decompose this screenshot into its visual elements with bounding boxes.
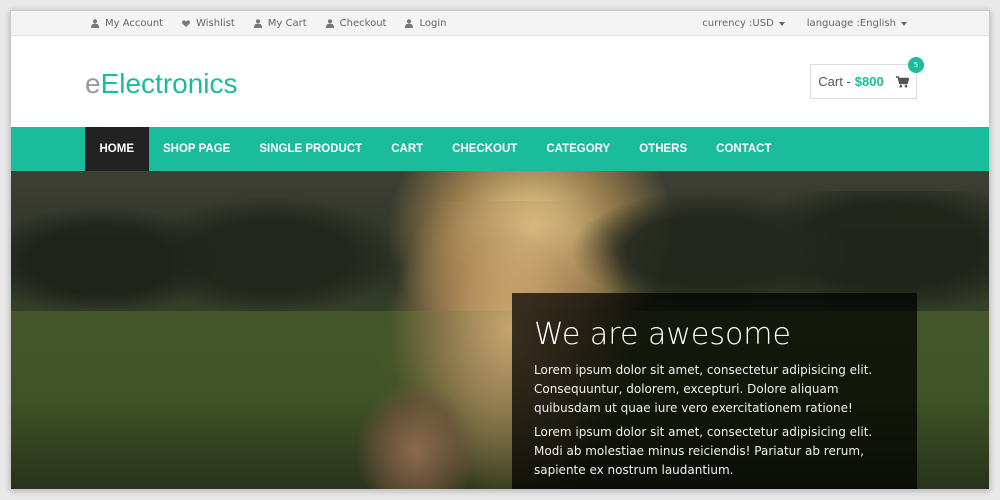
hero-paragraph-2: Lorem ipsum dolor sit amet, consectetur … [534,425,873,477]
currency-label: currency :USD [702,18,774,29]
heart-icon [182,19,191,28]
site-header: eElectronics Cart - $800 5 [11,36,989,127]
hero-paragraph-1: Lorem ipsum dolor sit amet, consectetur … [534,363,873,415]
top-bar: My Account Wishlist My Cart Checkout Log… [11,11,989,36]
my-account-label: My Account [105,18,164,29]
my-cart-label: My Cart [267,18,307,29]
cart-button[interactable]: Cart - $800 [810,64,917,99]
nav-item-single-product[interactable]: SINGLE PRODUCT [245,127,377,171]
nav-item-shop-page[interactable]: SHOP PAGE [149,127,245,171]
currency-dropdown[interactable]: currency :USD [702,18,785,29]
hero-background-shoulder [356,381,476,489]
login-link[interactable]: Login [405,18,446,29]
hero-caption: We are awesome Lorem ipsum dolor sit ame… [512,293,917,489]
nav-item-category[interactable]: CATEGORY [532,127,625,171]
login-label: Login [419,18,447,29]
nav-item-cart[interactable]: CART [377,127,438,171]
checkout-link[interactable]: Checkout [325,18,387,29]
wishlist-label: Wishlist [196,18,235,29]
nav-item-contact[interactable]: CONTACT [702,127,786,171]
user-icon [253,19,262,28]
wishlist-link[interactable]: Wishlist [182,18,235,29]
chevron-down-icon [778,21,785,26]
my-account-link[interactable]: My Account [91,18,163,29]
nav-list: HOME SHOP PAGE SINGLE PRODUCT CART CHECK… [85,127,786,171]
preference-dropdowns: currency :USD language :English [680,11,907,36]
site-logo[interactable]: eElectronics [85,68,238,100]
cart-amount: $800 [854,74,884,89]
chevron-down-icon [901,21,907,26]
cart-label: Cart - [818,74,851,89]
language-dropdown[interactable]: language :English [807,18,907,29]
nav-item-home[interactable]: HOME [85,127,149,171]
logo-main: Electronics [100,68,238,99]
nav-item-others[interactable]: OTHERS [625,127,702,171]
checkout-label: Checkout [339,18,387,29]
main-navigation: HOME SHOP PAGE SINGLE PRODUCT CART CHECK… [11,127,989,171]
hero-title: We are awesome [534,317,791,352]
language-label: language :English [806,18,896,29]
user-icon [91,19,99,28]
cart-count-badge: 5 [908,57,924,73]
account-links: My Account Wishlist My Cart Checkout Log… [91,11,465,36]
logo-prefix: e [85,68,101,99]
user-icon [405,19,414,28]
my-cart-link[interactable]: My Cart [253,18,307,29]
user-icon [325,19,334,28]
shopping-cart-icon [895,75,909,88]
nav-item-checkout[interactable]: CHECKOUT [438,127,532,171]
hero-slider: We are awesome Lorem ipsum dolor sit ame… [11,171,989,489]
browser-frame: My Account Wishlist My Cart Checkout Log… [10,10,990,490]
